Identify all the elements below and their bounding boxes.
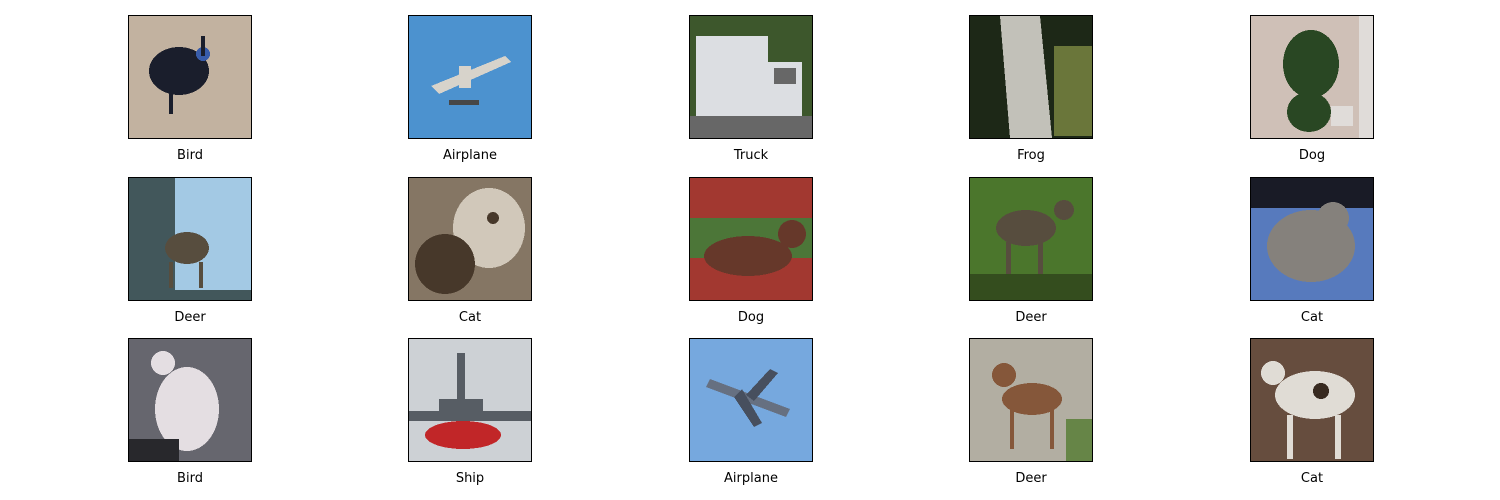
image-cell: Deer <box>128 177 252 326</box>
thumbnail-image <box>408 15 532 139</box>
image-cell: Cat <box>1250 177 1374 326</box>
thumbnail-image <box>1250 15 1374 139</box>
image-cell: Deer <box>969 177 1093 326</box>
image-cell: Dog <box>689 177 813 326</box>
image-label: Cat <box>1300 471 1324 486</box>
image-label: Ship <box>455 471 485 486</box>
image-label: Frog <box>1017 148 1045 163</box>
thumbnail-image <box>128 338 252 462</box>
image-label: Cat <box>1300 310 1324 325</box>
image-label: Truck <box>733 148 769 163</box>
thumbnail-image <box>689 177 813 301</box>
image-cell: Airplane <box>408 15 532 164</box>
thumbnail-image <box>969 338 1093 462</box>
thumbnail-image <box>969 177 1093 301</box>
thumbnail-image <box>408 177 532 301</box>
image-cell: Dog <box>1250 15 1374 164</box>
image-label: Deer <box>1015 471 1047 486</box>
thumbnail-image <box>689 338 813 462</box>
image-cell: Ship <box>408 338 532 487</box>
image-label: Bird <box>177 148 203 163</box>
image-label: Deer <box>1015 310 1047 325</box>
image-label: Deer <box>174 310 206 325</box>
image-cell: Frog <box>969 15 1093 164</box>
image-cell: Airplane <box>689 338 813 487</box>
image-cell: Bird <box>128 338 252 487</box>
image-cell: Cat <box>408 177 532 326</box>
image-cell: Truck <box>689 15 813 164</box>
image-cell: Bird <box>128 15 252 164</box>
thumbnail-image <box>1250 338 1374 462</box>
image-label: Dog <box>737 310 765 325</box>
thumbnail-image <box>408 338 532 462</box>
image-label: Dog <box>1298 148 1326 163</box>
image-label: Airplane <box>443 148 497 163</box>
thumbnail-image <box>689 15 813 139</box>
image-label: Cat <box>458 310 482 325</box>
thumbnail-image <box>969 15 1093 139</box>
image-cell: Deer <box>969 338 1093 487</box>
thumbnail-image <box>128 177 252 301</box>
thumbnail-image <box>1250 177 1374 301</box>
thumbnail-image <box>128 15 252 139</box>
image-cell: Cat <box>1250 338 1374 487</box>
image-label: Airplane <box>724 471 778 486</box>
image-label: Bird <box>177 471 203 486</box>
